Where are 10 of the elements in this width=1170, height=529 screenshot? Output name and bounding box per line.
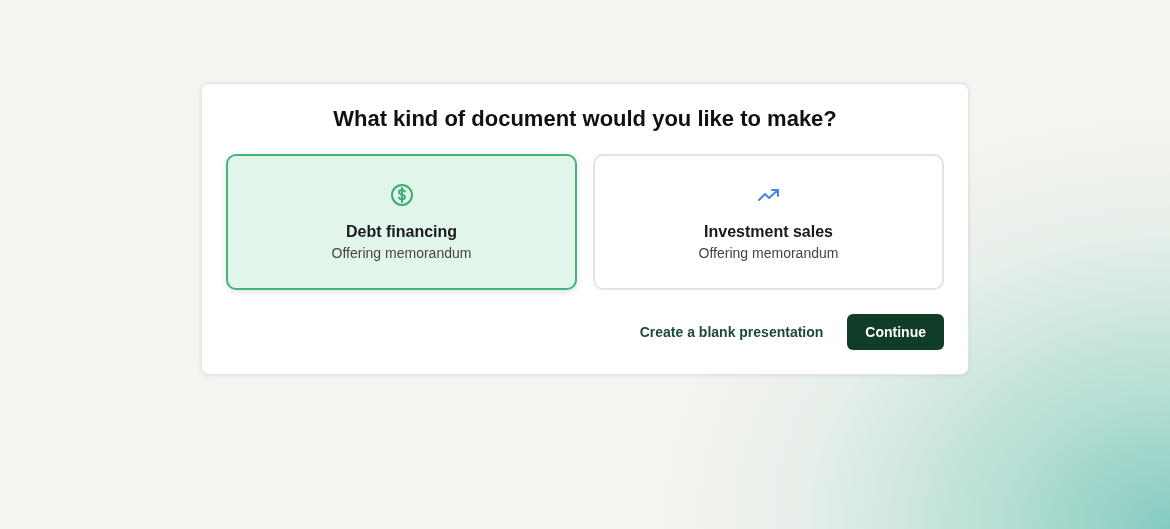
option-title: Debt financing [345, 223, 458, 241]
continue-button[interactable]: Continue [847, 314, 944, 350]
dialog-title: What kind of document would you like to make? [332, 106, 838, 132]
option-title: Investment sales [704, 223, 833, 241]
dollar-icon [389, 183, 414, 207]
option-subtitle: Offering memorandum [698, 245, 839, 261]
document-type-option[interactable]: Investment sales Offering memorandum [593, 154, 944, 290]
option-subtitle: Offering memorandum [331, 245, 472, 261]
document-type-option[interactable]: Debt financing Offering memorandum [226, 154, 577, 290]
blank-presentation-link[interactable]: Create a blank presentation [637, 320, 826, 344]
